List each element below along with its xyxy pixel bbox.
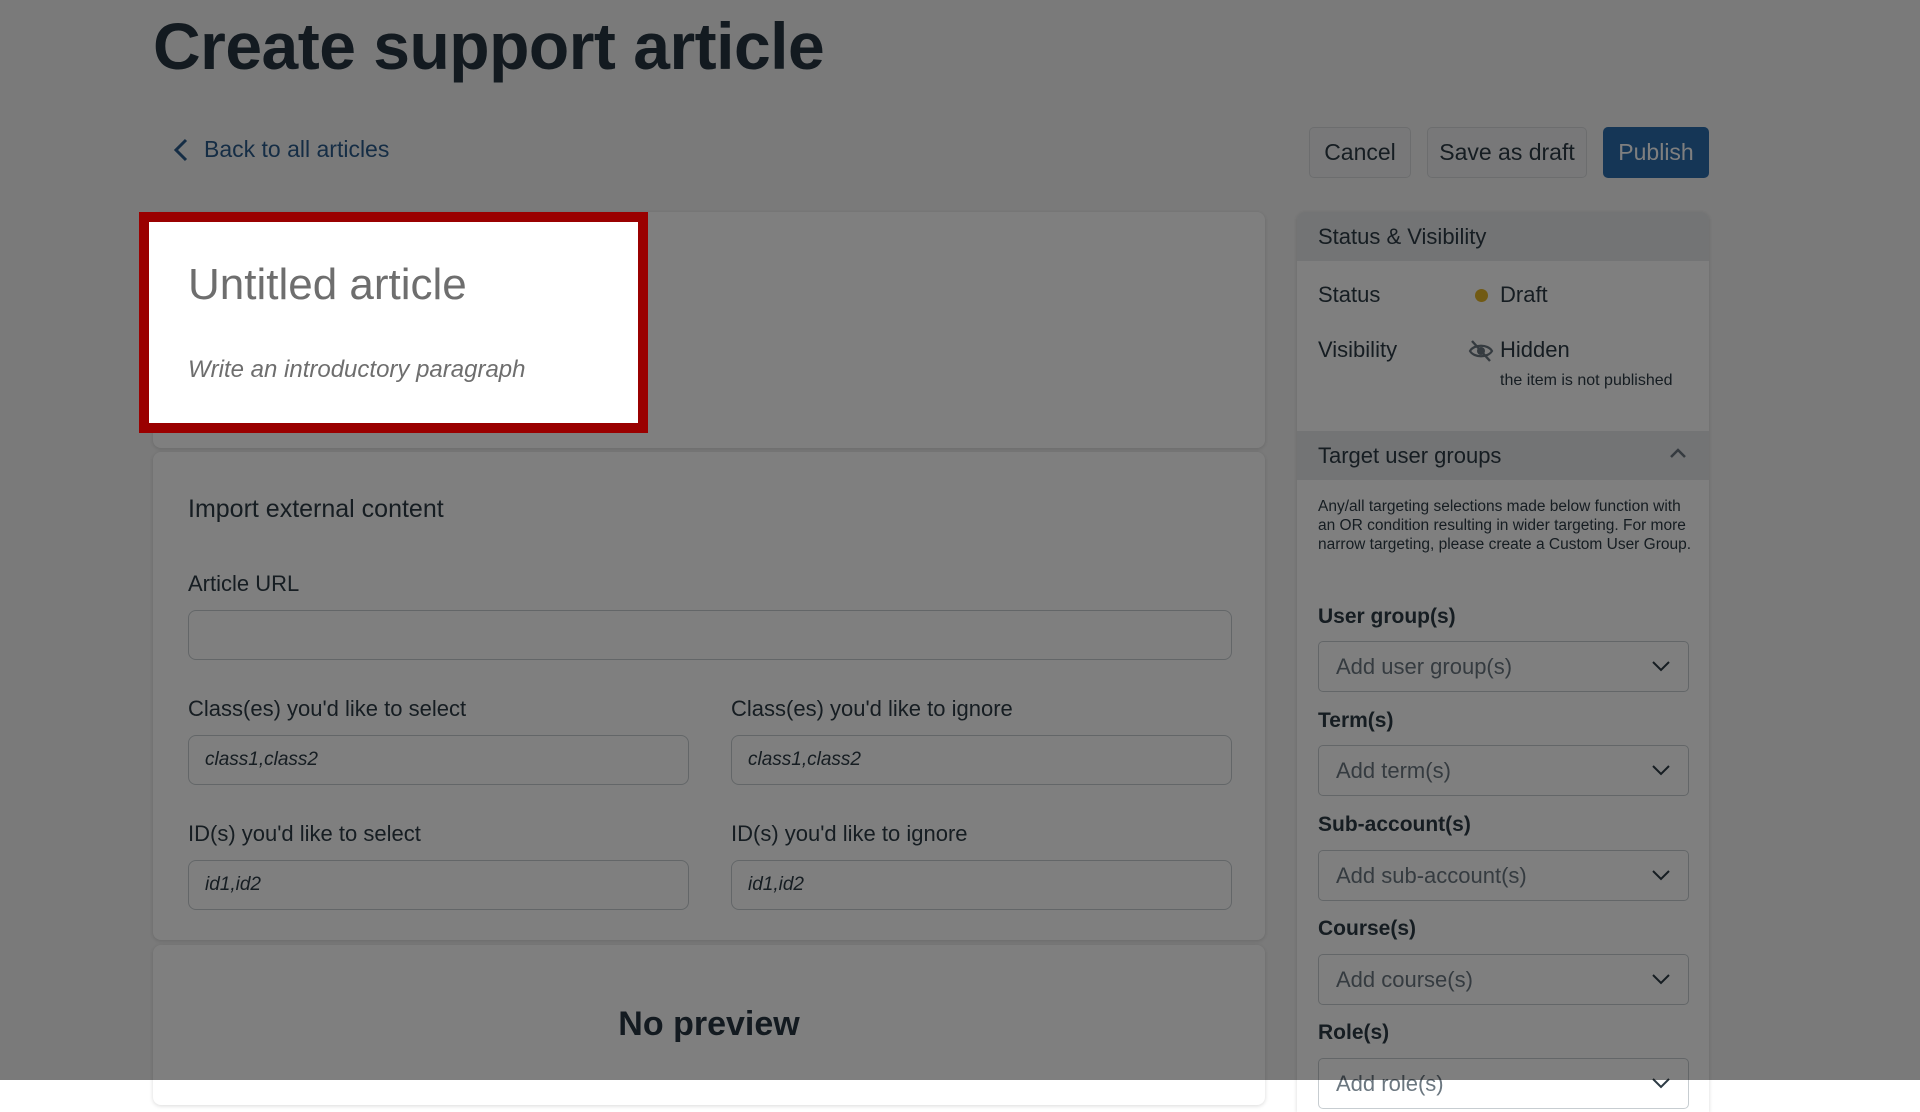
ids-select-label: ID(s) you'd like to select — [188, 821, 421, 846]
eye-slash-icon — [1468, 340, 1494, 362]
visibility-note: the item is not published — [1500, 372, 1673, 389]
status-value: Draft — [1500, 282, 1548, 307]
roles-label: Role(s) — [1318, 1021, 1390, 1044]
back-to-articles-link[interactable]: Back to all articles — [172, 136, 389, 163]
article-url-input[interactable] — [188, 610, 1232, 660]
ids-ignore-input[interactable]: id1,id2 — [731, 860, 1232, 910]
article-url-label: Article URL — [188, 571, 300, 596]
roles-select[interactable]: Add role(s) — [1318, 1058, 1689, 1109]
sub-accounts-select[interactable]: Add sub-account(s) — [1318, 850, 1689, 901]
page: Create support article Back to all artic… — [0, 0, 1920, 1112]
status-visibility-title: Status & Visibility — [1318, 223, 1487, 249]
status-label: Status — [1318, 282, 1381, 307]
user-groups-select[interactable]: Add user group(s) — [1318, 641, 1689, 692]
courses-label: Course(s) — [1318, 917, 1417, 940]
terms-placeholder: Add term(s) — [1336, 757, 1451, 783]
terms-select[interactable]: Add term(s) — [1318, 745, 1689, 796]
classes-ignore-label: Class(es) you'd like to ignore — [731, 696, 1013, 721]
terms-label: Term(s) — [1318, 709, 1394, 732]
status-dot-icon — [1475, 289, 1488, 302]
ids-ignore-label: ID(s) you'd like to ignore — [731, 821, 968, 846]
sub-accounts-placeholder: Add sub-account(s) — [1336, 862, 1527, 888]
classes-select-input[interactable]: class1,class2 — [188, 735, 689, 785]
visibility-label: Visibility — [1318, 337, 1398, 362]
chevron-up-icon — [1670, 448, 1686, 458]
save-draft-button[interactable]: Save as draft — [1427, 127, 1587, 178]
ids-select-input[interactable]: id1,id2 — [188, 860, 689, 910]
highlighted-article-intro[interactable]: Write an introductory paragraph — [188, 356, 526, 384]
target-user-groups-title: Target user groups — [1318, 442, 1502, 468]
cancel-button[interactable]: Cancel — [1309, 127, 1411, 178]
publish-button[interactable]: Publish — [1603, 127, 1709, 178]
back-link-label: Back to all articles — [204, 136, 390, 162]
courses-placeholder: Add course(s) — [1336, 966, 1473, 992]
chevron-left-icon — [173, 138, 188, 161]
target-user-groups-header[interactable]: Target user groups — [1297, 431, 1709, 480]
status-visibility-header: Status & Visibility — [1297, 212, 1709, 261]
user-groups-label: User group(s) — [1318, 605, 1456, 628]
sub-accounts-label: Sub-account(s) — [1318, 813, 1471, 836]
chevron-down-icon — [1652, 870, 1670, 881]
chevron-down-icon — [1652, 661, 1670, 672]
no-preview-text: No preview — [618, 1005, 800, 1043]
chevron-down-icon — [1652, 765, 1670, 776]
user-groups-placeholder: Add user group(s) — [1336, 653, 1513, 679]
classes-ignore-input[interactable]: class1,class2 — [731, 735, 1232, 785]
highlighted-title-area[interactable]: Untitled article Write an introductory p… — [139, 212, 648, 433]
targeting-note: Any/all targeting selections made below … — [1318, 498, 1692, 553]
page-title: Create support article — [153, 9, 825, 83]
classes-select-label: Class(es) you'd like to select — [188, 696, 467, 721]
chevron-down-icon — [1652, 1078, 1670, 1089]
roles-placeholder: Add role(s) — [1336, 1070, 1444, 1096]
chevron-down-icon — [1652, 974, 1670, 985]
import-section-title: Import external content — [188, 495, 444, 523]
visibility-value: Hidden — [1500, 337, 1570, 362]
courses-select[interactable]: Add course(s) — [1318, 954, 1689, 1005]
highlighted-article-title[interactable]: Untitled article — [188, 260, 467, 310]
